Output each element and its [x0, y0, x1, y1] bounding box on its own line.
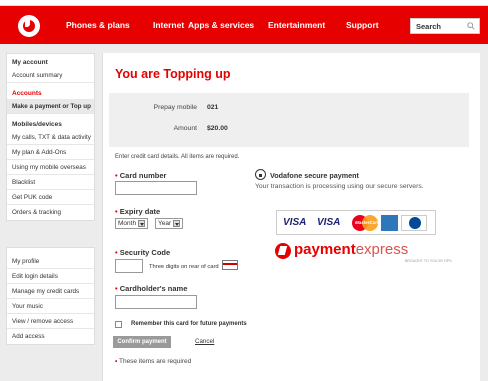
profile-sidebar: My profile Edit login details Manage my …: [6, 247, 95, 345]
lock-icon: [255, 169, 266, 180]
sidebar-item-remove-access[interactable]: View / remove access: [7, 314, 94, 329]
sidebar-item-account-summary[interactable]: Account summary: [7, 68, 94, 83]
chevron-down-icon: [138, 220, 146, 227]
security-code-label: • Security Code: [115, 248, 171, 257]
sidebar-item-my-profile[interactable]: My profile: [7, 254, 94, 269]
remember-card-label: Remember this card for future payments: [131, 321, 247, 327]
amount-label: Amount: [173, 125, 197, 132]
security-code-hint: Three digits on rear of card: [149, 264, 219, 270]
sidebar-item-add-access[interactable]: Add access: [7, 329, 94, 344]
sidebar-item-orders-tracking[interactable]: Orders & tracking: [7, 205, 94, 220]
visa-logo: VISA: [283, 217, 307, 228]
amex-logo: [381, 215, 398, 231]
nav-internet[interactable]: Internet: [153, 20, 184, 30]
sidebar-heading-accounts: Accounts: [12, 90, 42, 97]
vodafone-logo-icon[interactable]: [18, 15, 40, 37]
sidebar-heading-my-account: My account: [12, 59, 48, 66]
sidebar-item-credit-cards[interactable]: Manage my credit cards: [7, 284, 94, 299]
sidebar-item-edit-login[interactable]: Edit login details: [7, 269, 94, 284]
chevron-down-icon: [173, 220, 181, 227]
sidebar-item-puk-code[interactable]: Get PUK code: [7, 190, 94, 205]
prepay-value: 021: [207, 104, 219, 111]
sidebar-item-overseas[interactable]: Using my mobile overseas: [7, 160, 94, 175]
nav-apps-services[interactable]: Apps & services: [188, 20, 254, 30]
diners-club-logo: [401, 215, 427, 231]
cardholder-input[interactable]: [115, 295, 197, 309]
nav-support[interactable]: Support: [346, 20, 379, 30]
secure-payment-text: Your transaction is processing using our…: [255, 183, 424, 190]
secure-payment-title: Vodafone secure payment: [270, 171, 359, 180]
card-number-input[interactable]: [115, 181, 197, 195]
expiry-month-select[interactable]: Month: [115, 218, 149, 229]
topup-summary: Prepay mobile 021 Amount $20.00: [109, 93, 469, 147]
mastercard-logo: MasterCard: [352, 215, 380, 231]
sidebar-item-blacklist[interactable]: Blacklist: [7, 175, 94, 190]
sidebar-item-your-music[interactable]: Your music: [7, 299, 94, 314]
page-title: You are Topping up: [115, 67, 231, 81]
required-marker: •: [115, 284, 118, 293]
payment-express-mark-icon: [275, 243, 291, 259]
payment-express-tagline: BROUGHT TO YOU BY DPS: [405, 259, 452, 263]
expiry-year-select[interactable]: Year: [155, 218, 184, 229]
payment-express-wordmark: paymentexpress: [294, 241, 409, 258]
search-input[interactable]: Search: [410, 18, 480, 34]
form-instructions: Enter credit card details. All items are…: [115, 154, 240, 160]
search-icon[interactable]: [467, 22, 475, 30]
cancel-link[interactable]: Cancel: [195, 338, 214, 345]
sidebar-item-calls-activity[interactable]: My calls, TXT & data activity: [7, 130, 94, 145]
sidebar-heading-mobiles: Mobiles/devices: [12, 121, 62, 128]
account-sidebar: My account Account summary Accounts Make…: [6, 53, 95, 221]
search-placeholder: Search: [416, 22, 442, 31]
logo-quote-mark: [25, 19, 30, 27]
sidebar-item-plan-addons[interactable]: My plan & Add-Ons: [7, 145, 94, 160]
visa-debit-logo: VISA: [317, 217, 341, 228]
sidebar-item-make-payment[interactable]: Make a payment or Top up: [7, 99, 94, 114]
remember-card-checkbox[interactable]: [115, 321, 122, 328]
required-note: • These items are required: [115, 358, 192, 365]
main-nav: Phones & plans Internet Apps & services …: [0, 6, 488, 44]
expiry-label: • Expiry date: [115, 207, 161, 216]
amount-value: $20.00: [207, 125, 228, 132]
security-code-input[interactable]: [115, 259, 143, 273]
card-number-label: • Card number: [115, 171, 167, 180]
nav-phones-plans[interactable]: Phones & plans: [66, 20, 130, 30]
payment-panel: You are Topping up Prepay mobile 021 Amo…: [102, 53, 480, 381]
prepay-label: Prepay mobile: [153, 104, 197, 111]
card-back-icon: [222, 260, 238, 270]
accepted-cards: VISA VISA MasterCard: [276, 210, 436, 235]
required-marker: •: [115, 207, 118, 216]
required-marker: •: [115, 248, 118, 257]
cardholder-label: • Cardholder's name: [115, 284, 188, 293]
required-marker: •: [115, 171, 118, 180]
confirm-payment-button[interactable]: Confirm payment: [113, 336, 171, 348]
nav-entertainment[interactable]: Entertainment: [268, 20, 325, 30]
